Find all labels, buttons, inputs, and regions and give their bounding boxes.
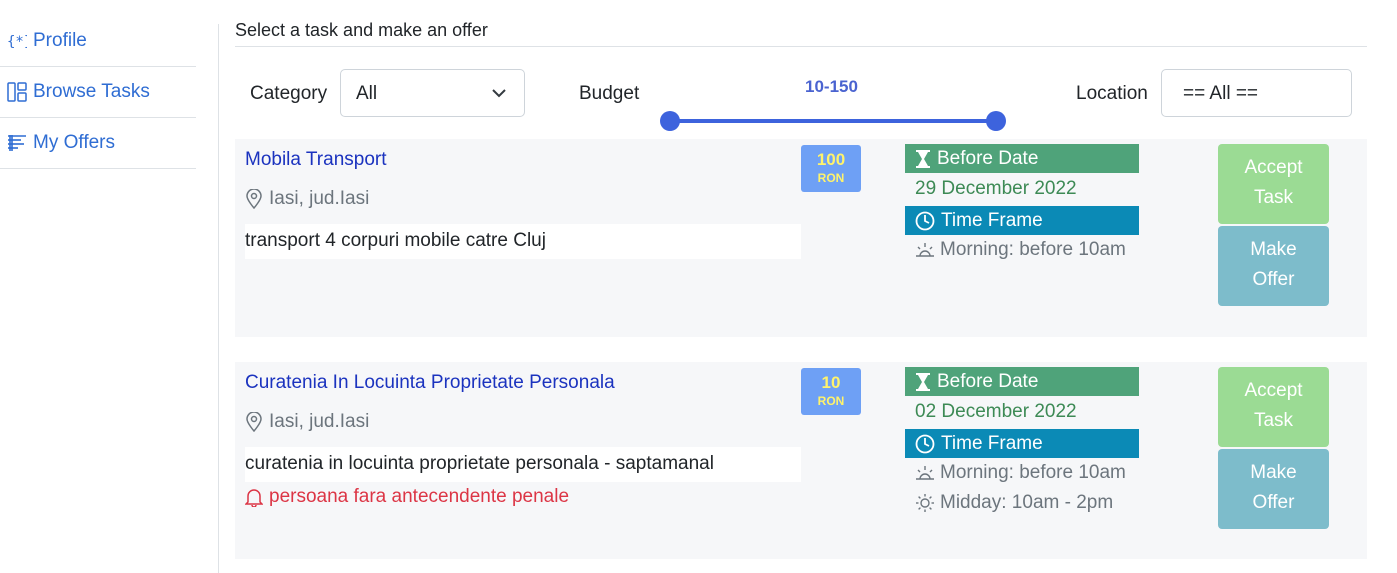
time-frame-morning: Morning: before 10am	[905, 458, 1139, 488]
offer-button-line-1: Make	[1250, 239, 1297, 260]
sunrise-icon	[916, 243, 934, 257]
before-date-header: Before Date	[905, 144, 1139, 173]
category-label: Category	[250, 83, 328, 104]
chevron-down-icon	[491, 85, 507, 107]
map-pin-icon	[246, 189, 262, 209]
bell-icon	[245, 489, 263, 507]
budget-min-handle[interactable]	[660, 111, 680, 131]
task-title[interactable]: Mobila Transport	[245, 149, 387, 171]
accept-task-button[interactable]: Accept Task	[1218, 367, 1329, 447]
task-location-text: Iasi, jud.Iasi	[269, 411, 370, 432]
before-date-label: Before Date	[937, 147, 1039, 169]
price-currency: RON	[817, 394, 845, 408]
heading-divider	[235, 46, 1367, 47]
time-frame-text: Morning: before 10am	[940, 239, 1126, 260]
location-label: Location	[1076, 83, 1148, 104]
accept-task-button[interactable]: Accept Task	[1218, 144, 1329, 224]
time-frame-midday: Midday: 10am - 2pm	[905, 488, 1139, 518]
location-value: == All ==	[1183, 83, 1259, 104]
time-frame-morning: Morning: before 10am	[905, 235, 1139, 265]
time-frame-header: Time Frame	[905, 206, 1139, 235]
location-select[interactable]: == All ==	[1161, 69, 1352, 117]
time-frame-text: Morning: before 10am	[940, 462, 1126, 483]
before-date-header: Before Date	[905, 367, 1139, 396]
offer-button-line-2: Offer	[1252, 269, 1295, 290]
budget-max-handle[interactable]	[986, 111, 1006, 131]
task-location: Iasi, jud.Iasi	[245, 188, 369, 210]
sidebar-item-profile[interactable]: {*} Profile	[0, 16, 196, 67]
task-description: curatenia in locuinta proprietate person…	[245, 447, 801, 482]
task-location-text: Iasi, jud.Iasi	[269, 188, 370, 209]
category-select[interactable]: All	[340, 69, 525, 117]
map-pin-icon	[246, 412, 262, 432]
price-amount: 10	[821, 373, 841, 392]
sunrise-icon	[916, 466, 934, 480]
before-date-label: Before Date	[937, 370, 1039, 392]
page-title: Select a task and make an offer	[235, 20, 488, 40]
task-title[interactable]: Curatenia In Locuinta Proprietate Person…	[245, 372, 615, 394]
time-frame-text: Midday: 10am - 2pm	[940, 492, 1114, 513]
offer-button-line-1: Make	[1250, 462, 1297, 483]
hourglass-icon	[916, 149, 930, 168]
sidebar-item-my-offers[interactable]: My Offers	[0, 118, 196, 169]
sidebar-item-label: Profile	[33, 30, 87, 51]
price-badge: 100 RON	[801, 145, 861, 192]
accept-button-line-2: Task	[1253, 187, 1294, 208]
time-frame-label: Time Frame	[941, 432, 1043, 454]
time-frame-header: Time Frame	[905, 429, 1139, 458]
sidebar-item-label: Browse Tasks	[33, 81, 150, 102]
sidebar-item-label: My Offers	[33, 132, 115, 153]
before-date-value: 29 December 2022	[915, 178, 1077, 199]
accept-button-line-1: Accept	[1244, 157, 1303, 178]
accept-button-line-1: Accept	[1244, 380, 1303, 401]
task-location: Iasi, jud.Iasi	[245, 411, 369, 433]
svg-text:{*}: {*}	[7, 34, 27, 49]
price-amount: 100	[816, 150, 846, 169]
time-frame-label: Time Frame	[941, 209, 1043, 231]
sidebar-item-browse-tasks[interactable]: Browse Tasks	[0, 67, 196, 118]
hourglass-icon	[916, 372, 930, 391]
task-card: Mobila Transport Iasi, jud.Iasi transpor…	[235, 139, 1367, 337]
offer-button-line-2: Offer	[1252, 492, 1295, 513]
filter-bar: Category All Budget 10-150 Location == A…	[235, 69, 1367, 131]
app: {*} Profile Browse Tasks My Offers Sele	[0, 0, 1397, 573]
sun-icon	[916, 494, 934, 512]
category-value: All	[356, 83, 378, 104]
sidebar: {*} Profile Browse Tasks My Offers	[0, 16, 196, 169]
braces-asterisk-icon: {*}	[6, 30, 28, 52]
clock-icon	[915, 211, 935, 230]
make-offer-button[interactable]: Make Offer	[1218, 226, 1329, 306]
budget-range-value: 10-150	[805, 77, 858, 96]
task-schedule: Before Date 02 December 2022 Time Frame …	[905, 367, 1139, 518]
accept-button-line-2: Task	[1253, 410, 1294, 431]
price-currency: RON	[817, 171, 845, 185]
task-note: persoana fara antecendente penale	[245, 486, 569, 508]
budget-slider-track	[670, 119, 996, 123]
task-schedule: Before Date 29 December 2022 Time Frame …	[905, 144, 1139, 265]
budget-label: Budget	[579, 83, 640, 104]
budget-slider[interactable]	[660, 111, 1006, 131]
task-description: transport 4 corpuri mobile catre Cluj	[245, 224, 801, 259]
task-note-text: persoana fara antecendente penale	[269, 486, 570, 507]
layout-icon	[6, 81, 28, 103]
text-paragraph-icon	[6, 132, 28, 154]
price-badge: 10 RON	[801, 368, 861, 415]
task-card: Curatenia In Locuinta Proprietate Person…	[235, 362, 1367, 559]
before-date-value: 02 December 2022	[915, 401, 1077, 422]
sidebar-divider	[218, 24, 219, 573]
clock-icon	[915, 434, 935, 453]
make-offer-button[interactable]: Make Offer	[1218, 449, 1329, 529]
